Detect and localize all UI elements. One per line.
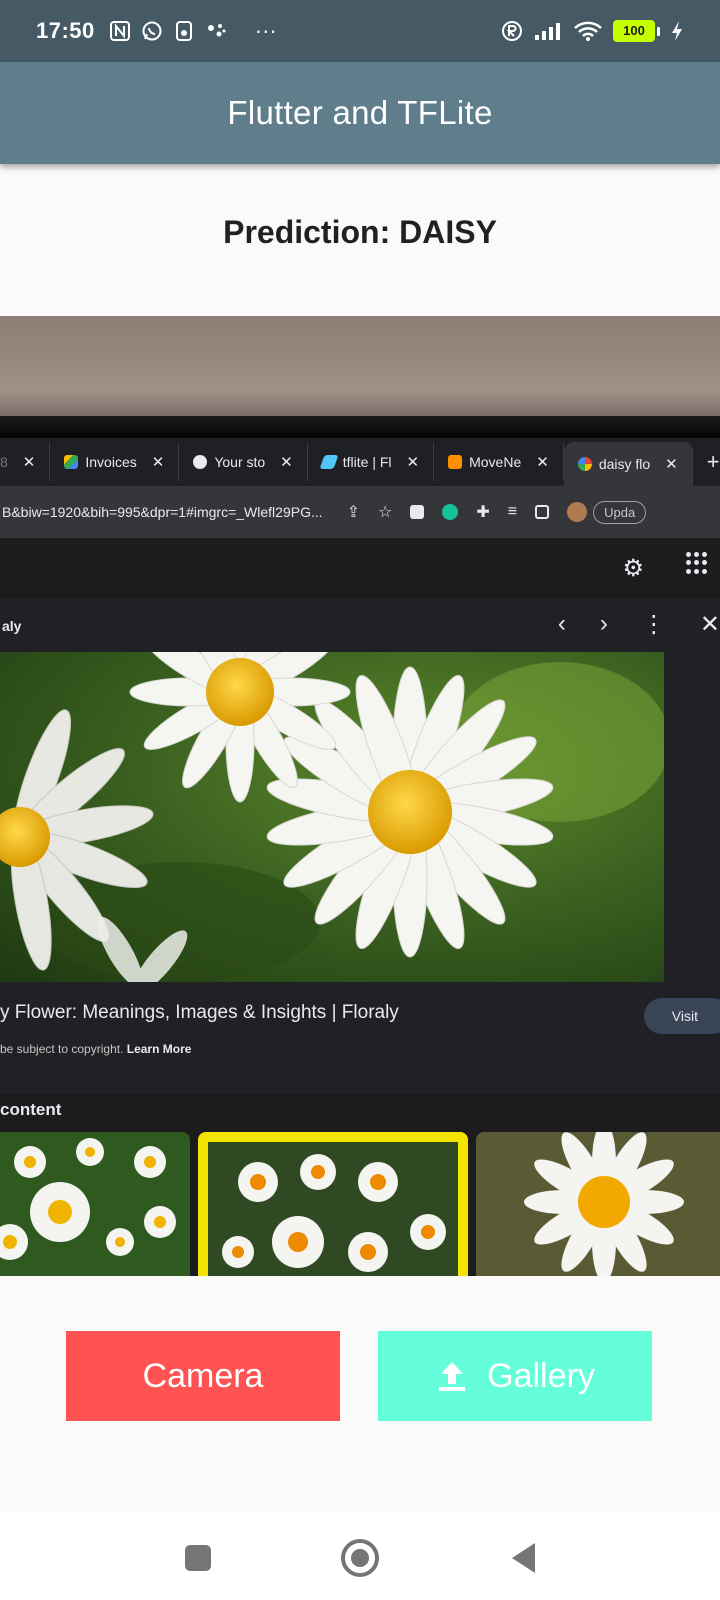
tab-close-icon: ✕ bbox=[536, 454, 549, 471]
thumbnail-3 bbox=[476, 1132, 720, 1276]
caption-subtitle: be subject to copyright. Learn More bbox=[0, 1042, 191, 1056]
sidepanel-icon bbox=[535, 505, 550, 519]
grammarly-extension-icon bbox=[442, 504, 459, 520]
tab-label: daisy flo bbox=[598, 456, 651, 472]
tab-close-icon: ✕ bbox=[665, 456, 678, 473]
status-bar: 17:50 ··· 100 bbox=[0, 0, 720, 62]
recents-button[interactable] bbox=[178, 1538, 218, 1578]
captured-photo: 8 ✕ Invoices ✕ Your sto ✕ tflite | Fl ✕ … bbox=[0, 316, 720, 1276]
camera-button[interactable]: Camera bbox=[66, 1331, 340, 1421]
tab-close-icon: ✕ bbox=[22, 454, 36, 471]
assistant-icon bbox=[207, 24, 226, 37]
app-bar: Flutter and TFLite bbox=[0, 62, 720, 164]
upload-icon bbox=[439, 1362, 466, 1391]
daisy-main-image bbox=[0, 652, 664, 982]
chevron-left-icon: ‹ bbox=[557, 610, 566, 637]
thumbnail-2-selected bbox=[198, 1132, 468, 1276]
browser-tab-active: daisy flo ✕ bbox=[563, 442, 693, 486]
site-name: aly bbox=[2, 618, 22, 634]
status-more: ··· bbox=[254, 18, 277, 43]
signal-icon bbox=[535, 23, 560, 40]
browser-tab: MoveNe ✕ bbox=[434, 443, 564, 481]
status-left: 17:50 ··· bbox=[36, 18, 277, 44]
related-content-label: content bbox=[0, 1094, 720, 1130]
thumbnail-1 bbox=[0, 1132, 190, 1276]
share-icon: ⇪ bbox=[346, 504, 361, 521]
browser-urlbar: B&biw=1920&bih=995&dpr=1#imgrc=_Wlefl29P… bbox=[0, 486, 720, 538]
tab-label: Invoices bbox=[85, 454, 137, 470]
browser-tab: tflite | Fl ✕ bbox=[308, 443, 435, 481]
registered-icon bbox=[502, 21, 522, 41]
learn-more-link: Learn More bbox=[126, 1042, 192, 1056]
star-icon: ☆ bbox=[378, 504, 393, 521]
url-text: B&biw=1920&bih=995&dpr=1#imgrc=_Wlefl29P… bbox=[2, 504, 323, 520]
battery-icon: 100 bbox=[613, 20, 660, 42]
update-button: Upda bbox=[593, 500, 647, 524]
daisy-illustration bbox=[0, 652, 664, 982]
url-icons: ⇪ ☆ ✚ ≡ bbox=[347, 502, 588, 522]
home-button[interactable] bbox=[340, 1538, 380, 1578]
viewer-right-gutter bbox=[664, 652, 720, 982]
notion-extension-icon bbox=[410, 505, 425, 519]
flutter-icon bbox=[319, 455, 339, 469]
status-time: 17:50 bbox=[36, 18, 95, 43]
back-icon bbox=[512, 1543, 535, 1573]
system-nav-bar bbox=[0, 1512, 720, 1600]
close-icon: ✕ bbox=[699, 611, 720, 638]
gear-icon: ⚙ bbox=[622, 555, 644, 582]
battery-tip bbox=[657, 26, 660, 36]
whatsapp-icon bbox=[142, 21, 162, 41]
back-button[interactable] bbox=[504, 1538, 544, 1578]
monitor-bezel bbox=[0, 416, 720, 438]
tab-label: 8 bbox=[0, 454, 8, 470]
wifi-icon bbox=[574, 21, 602, 41]
caption-title: y Flower: Meanings, Images & Insights | … bbox=[0, 1002, 399, 1023]
copyright-note: be subject to copyright. bbox=[0, 1042, 124, 1056]
browser-tab: 8 ✕ bbox=[0, 443, 51, 481]
browser-tabstrip: 8 ✕ Invoices ✕ Your sto ✕ tflite | Fl ✕ … bbox=[0, 438, 720, 486]
visit-button: Visit bbox=[643, 998, 720, 1034]
tab-label: tflite | Fl bbox=[342, 454, 392, 470]
battery-level: 100 bbox=[613, 20, 655, 42]
google-icon bbox=[577, 457, 592, 471]
chevron-right-icon: › bbox=[599, 610, 608, 637]
charging-icon bbox=[672, 21, 682, 41]
app-title: Flutter and TFLite bbox=[227, 94, 493, 131]
more-vert-icon: ⋮ bbox=[641, 611, 666, 638]
tab-close-icon: ✕ bbox=[406, 454, 420, 471]
image-viewer-header: aly ‹ › ⋮ ✕ bbox=[0, 598, 720, 652]
image-caption: y Flower: Meanings, Images & Insights | … bbox=[0, 982, 720, 1094]
gallery-button[interactable]: Gallery bbox=[378, 1331, 652, 1421]
browser-tab: Invoices ✕ bbox=[50, 443, 180, 481]
puzzle-icon: ✚ bbox=[476, 504, 490, 521]
tab-close-icon: ✕ bbox=[280, 454, 293, 471]
tensorflow-icon bbox=[448, 455, 463, 469]
tab-label: MoveNe bbox=[469, 454, 522, 470]
screen: 17:50 ··· 100 Flutter and TFLite Predict… bbox=[0, 0, 720, 1600]
notification-icon bbox=[175, 21, 192, 41]
home-icon bbox=[341, 1539, 379, 1577]
apps-grid-icon bbox=[686, 552, 708, 574]
tab-close-icon: ✕ bbox=[151, 454, 165, 471]
google-panel: ⚙ bbox=[0, 538, 720, 598]
nfc-icon bbox=[109, 21, 130, 41]
related-thumbnails bbox=[0, 1130, 720, 1276]
new-tab-icon: + bbox=[706, 449, 720, 474]
browser-tab: Your sto ✕ bbox=[179, 443, 308, 481]
gallery-button-label: Gallery bbox=[487, 1356, 595, 1395]
viewer-controls: ‹ › ⋮ ✕ bbox=[558, 610, 720, 639]
status-right: 100 bbox=[501, 20, 684, 42]
tab-label: Your sto bbox=[214, 454, 266, 470]
avatar bbox=[567, 502, 588, 522]
prediction-text: Prediction: DAISY bbox=[223, 214, 497, 250]
medium-icon bbox=[193, 455, 208, 469]
camera-button-label: Camera bbox=[142, 1356, 264, 1395]
recents-icon bbox=[185, 1545, 211, 1571]
reading-list-icon: ≡ bbox=[507, 503, 518, 520]
photo-wall bbox=[0, 316, 720, 424]
drive-icon bbox=[64, 455, 79, 469]
